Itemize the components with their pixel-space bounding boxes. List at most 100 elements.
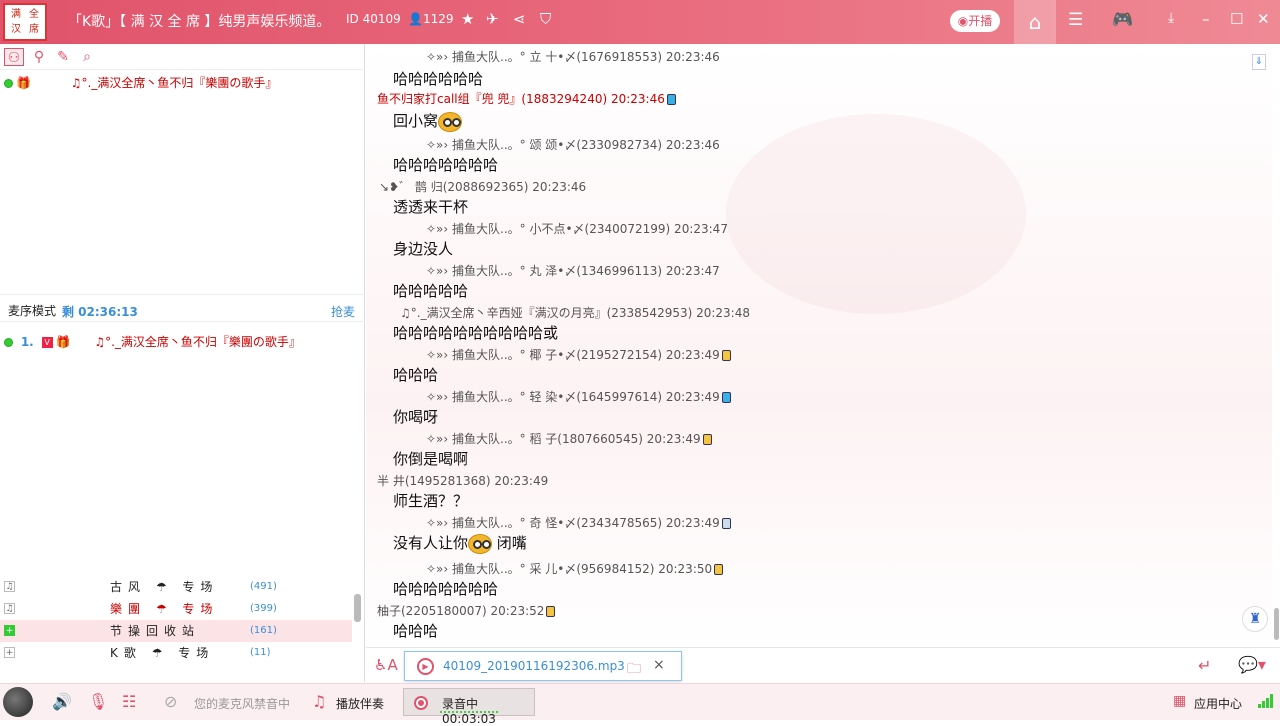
- star-icon[interactable]: ★: [461, 10, 474, 28]
- start-live-button[interactable]: ◉开播: [950, 10, 1000, 32]
- message-meta: ✧»› 捕鱼大队..。° 椰 子•〆(2195272154) 20:23:49: [426, 346, 731, 363]
- recording-indicator[interactable]: 录音中 00:03:03: [403, 688, 535, 726]
- user-row[interactable]: 🎁 ♫°._满汉全席丶鱼不归『樂團の歌手』: [4, 73, 359, 93]
- message-meta: ♫°._满汉全席丶辛西娅『满汉の月亮』(2338542953) 20:23:48: [400, 306, 750, 320]
- message-meta: 柚子(2205180007) 20:23:52: [377, 602, 556, 619]
- message-text: 哈哈哈哈哈哈哈: [393, 156, 499, 174]
- message-text: 没有人让你 闭嘴: [393, 533, 527, 554]
- queue-entry[interactable]: 1. V 🎁 ♫°._满汉全席丶鱼不归『樂團の歌手』: [4, 332, 359, 352]
- channel-logo: 满全 汉席: [3, 3, 47, 41]
- channel-name: 樂團 ☂ 专场: [110, 602, 219, 616]
- plane-icon[interactable]: ✈: [486, 10, 499, 28]
- message-meta: ✧»› 捕鱼大队..。° 奇 怪•〆(2343478565) 20:23:49: [426, 514, 731, 531]
- share-icon[interactable]: ⋖: [513, 10, 526, 28]
- channel-row[interactable]: ♫ 古风 ☂ 专场 (491): [0, 576, 352, 598]
- queue-mode-title: 麦序模式: [8, 304, 57, 318]
- mic-muted-icon[interactable]: 🎙: [88, 692, 108, 711]
- close-icon[interactable]: ✕: [1257, 10, 1270, 28]
- mixer-icon[interactable]: ☷: [122, 692, 136, 711]
- member-count: 👤1129: [408, 12, 454, 26]
- left-panel: ⚇ ⚲ ✎ ⌕ 🎁 ♫°._满汉全席丶鱼不归『樂團の歌手』 麦序模式 剩 02:…: [0, 44, 365, 682]
- channel-row[interactable]: ♫ 樂團 ☂ 专场 (399): [0, 598, 352, 620]
- message-text: 哈哈哈: [393, 366, 439, 384]
- app-center-button[interactable]: 应用中心: [1194, 695, 1242, 712]
- mobile-icon: [714, 564, 724, 575]
- message-meta: 半 井(1495281368) 20:23:49: [377, 474, 549, 488]
- avatar[interactable]: [3, 687, 33, 717]
- person-icon: 👤: [408, 12, 423, 26]
- close-popup-icon[interactable]: ×: [653, 657, 665, 673]
- channel-name: K歌 ☂ 专场: [110, 646, 215, 660]
- queue-position: 1.: [20, 335, 34, 349]
- app-grid-icon[interactable]: ▦: [1173, 693, 1186, 709]
- live-icon: ◉: [957, 14, 969, 28]
- scroll-to-bottom-icon[interactable]: ⇓: [1252, 54, 1266, 70]
- owl-emoji-icon: [468, 533, 493, 554]
- channel-row-selected[interactable]: + 节操回收站 (161): [0, 620, 352, 642]
- pin-icon[interactable]: ♜: [1242, 606, 1268, 632]
- message-meta: ✧»› 捕鱼大队..。° 稻 子(1807660545) 20:23:49: [426, 430, 712, 447]
- left-tabs: ⚇ ⚲ ✎ ⌕: [0, 44, 365, 70]
- recording-file-popup: ▶ 40109_20190116192306.mp3 🗀 ×: [404, 651, 682, 681]
- user-list-icon[interactable]: ⚇: [4, 48, 24, 66]
- record-icon: [414, 696, 428, 710]
- message-meta: ✧»› 捕鱼大队..。° 丸 泽•〆(1346996113) 20:23:47: [426, 264, 720, 278]
- chat-bubble-menu-icon[interactable]: 💬▾: [1238, 655, 1266, 674]
- list-icon[interactable]: ☰: [1068, 10, 1083, 30]
- message-meta: ↘❥゛ 鹊 归(2088692365) 20:23:46: [379, 180, 587, 194]
- message-text: 身边没人: [393, 240, 454, 258]
- folder-icon[interactable]: 🗀: [627, 658, 641, 682]
- mobile-icon: [546, 606, 556, 617]
- user-nickname: ♫°._满汉全席丶鱼不归『樂團の歌手』: [70, 76, 278, 90]
- mic-status-text: 您的麦克风禁音中: [194, 697, 291, 711]
- message-meta: ✧»› 捕鱼大队..。° 轻 染•〆(1645997614) 20:23:49: [426, 388, 731, 405]
- title-bar: 满全 汉席 「K歌」【 满 汉 全 席 】纯男声娱乐频道。 ID 40109 👤…: [0, 0, 1280, 44]
- home-icon[interactable]: ⌂: [1014, 0, 1056, 44]
- message-text: 哈哈哈哈哈哈: [393, 70, 484, 88]
- queue-timer: 剩 02:36:13: [62, 305, 138, 319]
- mobile-icon: [721, 350, 731, 361]
- mic-badge-icon: V: [41, 337, 53, 348]
- chat-scrollbar[interactable]: [1274, 608, 1279, 640]
- message-text: 师生酒？？: [393, 492, 469, 510]
- minimize-icon[interactable]: –: [1202, 10, 1210, 28]
- chat-area: ✧»› 捕鱼大队..。° 立 十•〆(1676918553) 20:23:46 …: [366, 44, 1272, 647]
- message-meta: ✧»› 捕鱼大队..。° 采 儿•〆(956984152) 20:23:50: [426, 560, 724, 577]
- channel-count: (491): [250, 581, 277, 592]
- maximize-icon[interactable]: ☐: [1230, 10, 1243, 28]
- message-meta: 鱼不归家打call组『兜 兜』(1883294240) 20:23:46: [377, 90, 676, 107]
- message-text: 哈哈哈哈哈: [393, 282, 469, 300]
- feedback-icon[interactable]: ✎: [53, 48, 73, 66]
- grab-mic-button[interactable]: 抢麦: [331, 303, 355, 320]
- mobile-icon: [721, 518, 731, 529]
- search-icon[interactable]: ⌕: [77, 48, 97, 66]
- location-icon[interactable]: ⚲: [29, 48, 49, 66]
- play-accompaniment-button[interactable]: 播放伴奏: [336, 695, 384, 712]
- recording-file-name[interactable]: 40109_20190116192306.mp3: [443, 659, 625, 673]
- mobile-icon: [702, 434, 712, 445]
- music-note-icon[interactable]: ♫: [312, 692, 326, 711]
- message-text: 透透来干杯: [393, 198, 469, 216]
- speaker-icon[interactable]: 🔊: [52, 692, 72, 711]
- channel-list-scrollbar[interactable]: [354, 594, 361, 622]
- music-icon: ♫: [4, 603, 15, 614]
- mobile-icon: [666, 94, 676, 105]
- play-icon[interactable]: ▶: [417, 658, 434, 675]
- download-icon[interactable]: ⤓: [1168, 10, 1174, 26]
- shield-icon[interactable]: ⛉: [540, 10, 551, 28]
- message-meta: ✧»› 捕鱼大队..。° 小不点•〆(2340072199) 20:23:47: [426, 222, 728, 236]
- channel-row[interactable]: + K歌 ☂ 专场 (11): [0, 642, 352, 664]
- music-icon: ♫: [4, 581, 15, 592]
- message-text: 哈哈哈: [393, 622, 439, 640]
- chat-background-decoration: [726, 114, 1026, 314]
- message-text: 你喝呀: [393, 408, 439, 426]
- message-text: 你倒是喝啊: [393, 450, 469, 468]
- expand-icon[interactable]: +: [4, 647, 15, 658]
- channel-count: (161): [250, 625, 277, 636]
- font-style-icon[interactable]: ♿A: [374, 656, 398, 674]
- owl-emoji-icon: [438, 111, 463, 132]
- send-icon[interactable]: ↵: [1198, 656, 1211, 675]
- expand-icon[interactable]: +: [4, 625, 15, 636]
- online-status-icon: [4, 338, 13, 347]
- gamepad-icon[interactable]: 🎮: [1112, 10, 1133, 30]
